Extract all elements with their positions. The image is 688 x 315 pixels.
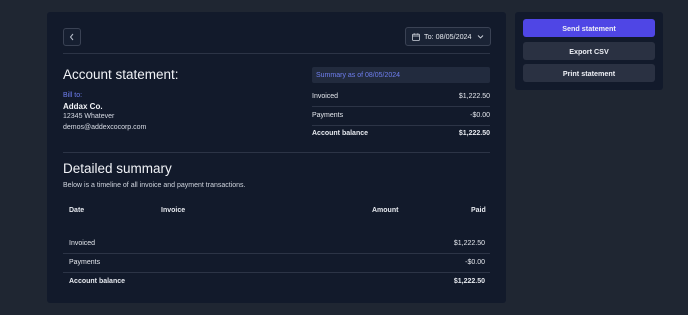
column-header-amount: Amount [372,207,399,214]
column-header-invoice: Invoice [161,207,186,214]
summary-label: Account balance [312,130,369,137]
date-filter-label: To: 08/05/2024 [424,32,472,41]
detailed-summary-description: Below is a timeline of all invoice and p… [63,182,246,189]
summary-row: Payments -$0.00 [312,112,490,119]
row-value: $1,222.50 [453,278,485,285]
table-divider [63,253,490,254]
table-row: Account balance $1,222.50 [69,278,485,285]
column-header-date: Date [69,207,85,214]
row-value: $1,222.50 [453,240,485,247]
table-row: Payments -$0.00 [69,259,485,266]
summary-row: Invoiced $1,222.50 [312,93,490,100]
detailed-summary-title: Detailed summary [63,161,172,176]
row-label: Account balance [69,278,126,285]
back-button[interactable] [63,28,81,46]
table-row: Invoiced $1,222.50 [69,240,485,247]
header-divider [63,53,490,54]
table-divider [63,272,490,273]
summary-row: Account balance $1,222.50 [312,130,490,137]
send-statement-button[interactable]: Send statement [523,19,655,37]
company-name: Addax Co. [63,102,103,111]
row-value: -$0.00 [465,259,485,266]
summary-value: $1,222.50 [458,93,490,100]
company-address: 12345 Whatever [63,113,115,120]
statement-title: Account statement: [63,67,179,82]
bill-to-label: Bill to: [63,92,83,99]
export-csv-button[interactable]: Export CSV [523,42,655,60]
summary-divider [312,106,490,107]
summary-label: Payments [312,112,344,119]
actions-panel: Send statement Export CSV Print statemen… [515,12,663,90]
row-label: Payments [69,259,101,266]
chevron-down-icon [477,33,484,40]
print-statement-button[interactable]: Print statement [523,64,655,82]
statement-panel: To: 08/05/2024 Account statement: Bill t… [47,12,506,303]
chevron-left-icon [68,33,76,41]
company-email: demos@addexcocorp.com [63,124,147,131]
date-filter-button[interactable]: To: 08/05/2024 [405,27,491,46]
summary-value: $1,222.50 [458,130,490,137]
column-header-paid: Paid [471,207,486,214]
section-divider [63,152,490,153]
calendar-icon [412,32,420,41]
summary-value: -$0.00 [470,112,490,119]
summary-divider [312,125,490,126]
summary-label: Invoiced [312,93,339,100]
row-label: Invoiced [69,240,96,247]
summary-date-banner: Summary as of 08/05/2024 [312,67,490,83]
